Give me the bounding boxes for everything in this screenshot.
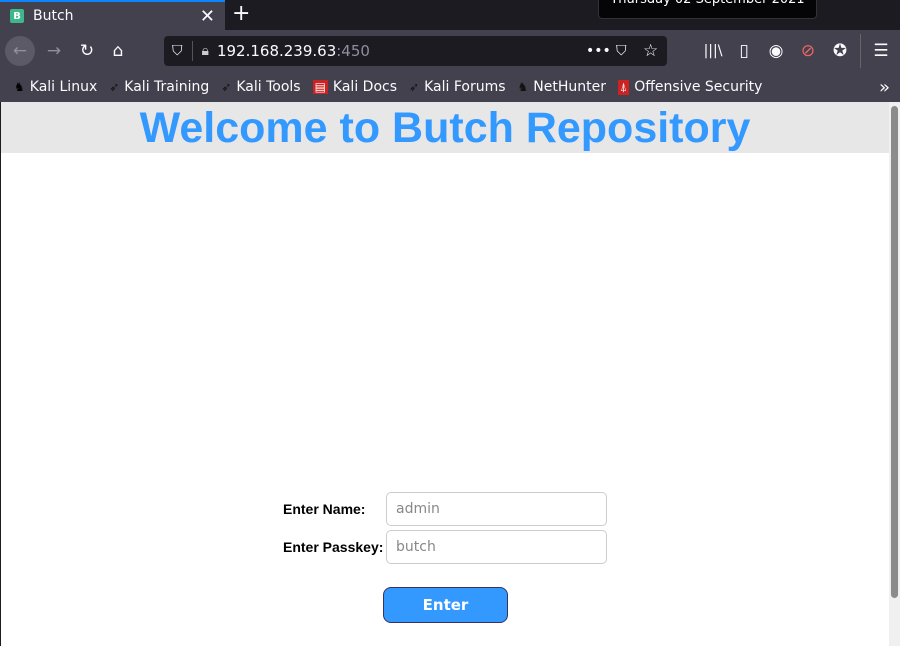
bookmark-label: Kali Forums (424, 79, 506, 95)
bookmark-kali-docs[interactable]: ▤ Kali Docs (312, 79, 398, 95)
page-content: Welcome to Butch Repository (1, 102, 889, 646)
passkey-input[interactable] (386, 530, 607, 564)
shield-icon[interactable]: ⛉ (172, 43, 183, 59)
name-input[interactable] (386, 492, 607, 526)
url-text[interactable]: 192.168.239.63:450 (217, 42, 370, 60)
tab-butch[interactable]: B Butch ✕ (0, 0, 225, 30)
offsec-icon: ⍋ (618, 79, 630, 95)
tab-title: Butch (33, 8, 74, 24)
bookmark-label: Kali Training (124, 79, 210, 95)
close-tab-icon[interactable]: ✕ (200, 6, 215, 27)
pocket-icon[interactable]: ⛉ (616, 43, 627, 59)
bookmark-kali-forums[interactable]: ➶ Kali Forums (409, 79, 506, 95)
tab-bar: B Butch ✕ + Thursday 02 September 2021 (0, 0, 900, 30)
bookmark-label: Kali Linux (29, 79, 98, 95)
more-actions-icon[interactable]: ••• (586, 43, 611, 59)
bookmark-label: Kali Tools (236, 79, 301, 95)
back-button[interactable]: ← (5, 36, 35, 66)
account-icon[interactable]: ◉ (761, 36, 791, 66)
bookmark-label: Kali Docs (332, 79, 398, 95)
insecure-lock-icon[interactable]: 🔒︎ (202, 43, 209, 59)
cookie-icon[interactable]: ✪ (825, 36, 855, 66)
docs-icon: ▤ (312, 80, 328, 94)
menu-icon[interactable]: ☰ (866, 36, 896, 66)
sidebar-icon[interactable]: ▯ (729, 36, 759, 66)
kali-icon: ➶ (221, 80, 232, 94)
name-label: Enter Name: (283, 501, 366, 517)
bookmark-nethunter[interactable]: ♞ NetHunter (518, 79, 606, 95)
library-icon[interactable]: |||\ (698, 36, 728, 66)
bookmark-offensive-security[interactable]: ⍋ Offensive Security (618, 79, 762, 95)
passkey-label: Enter Passkey: (283, 539, 384, 555)
url-port: :450 (336, 42, 370, 60)
bookmark-kali-linux[interactable]: ♞ Kali Linux (14, 79, 97, 95)
home-button[interactable]: ⌂ (103, 36, 133, 66)
forward-button[interactable]: → (39, 36, 69, 66)
bookmark-label: NetHunter (533, 79, 606, 95)
kali-icon: ➶ (409, 80, 420, 94)
scrollbar[interactable] (889, 102, 900, 646)
favicon-icon: B (10, 9, 24, 23)
url-host: 192.168.239.63 (216, 42, 337, 60)
enter-button[interactable]: Enter (383, 587, 508, 623)
date-tooltip: Thursday 02 September 2021 (598, 0, 817, 19)
bookmark-kali-tools[interactable]: ➶ Kali Tools (221, 79, 300, 95)
kali-dragon-icon: ♞ (14, 80, 25, 94)
bookmarks-overflow-icon[interactable]: » (879, 77, 890, 98)
nav-bar: ← → ↻ ⌂ ⛉ 🔒︎ 192.168.239.63:450 ••• ⛉ ☆ … (0, 30, 900, 72)
page-title: Welcome to Butch Repository (1, 102, 889, 153)
bookmark-label: Offensive Security (634, 79, 763, 95)
new-tab-button[interactable]: + (232, 1, 250, 26)
kali-icon: ➶ (109, 80, 120, 94)
bookmark-kali-training[interactable]: ➶ Kali Training (109, 79, 209, 95)
reload-button[interactable]: ↻ (72, 36, 102, 66)
url-bar[interactable]: ⛉ 🔒︎ 192.168.239.63:450 ••• ⛉ ☆ (164, 36, 667, 66)
scrollbar-thumb[interactable] (891, 106, 898, 598)
nethunter-icon: ♞ (517, 80, 529, 94)
bookmarks-bar: ♞ Kali Linux ➶ Kali Training ➶ Kali Tools ▤… (0, 72, 900, 102)
bookmark-star-icon[interactable]: ☆ (643, 41, 658, 61)
extension-icon[interactable]: ⊘ (793, 36, 823, 66)
